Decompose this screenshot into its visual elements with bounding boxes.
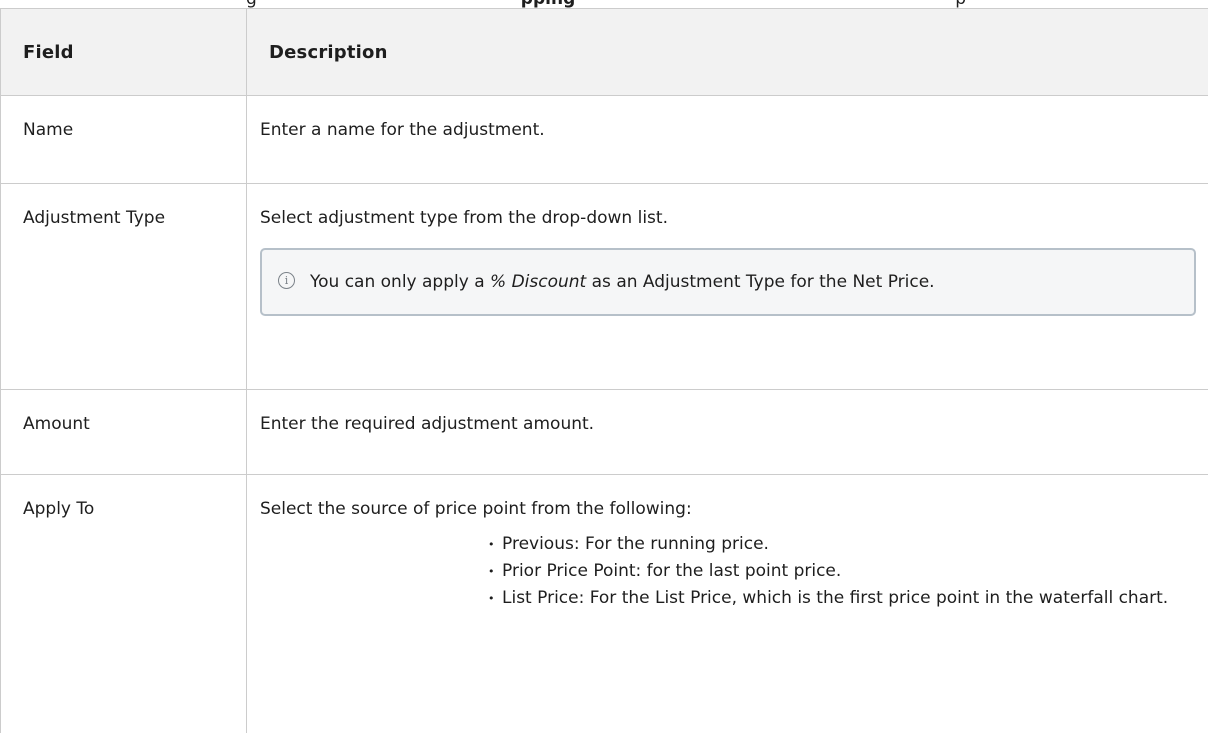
description-cell: Select adjustment type from the drop-dow… bbox=[246, 183, 1208, 390]
note-text: You can only apply a % Discount as an Ad… bbox=[310, 266, 935, 299]
description-cell: Select the source of price point from th… bbox=[246, 474, 1208, 733]
note-emphasis: % Discount bbox=[490, 272, 587, 292]
table-row-amount: Amount Enter the required adjustment amo… bbox=[0, 389, 1208, 475]
list-item: Prior Price Point: for the last point pr… bbox=[488, 558, 1208, 585]
info-note: i You can only apply a % Discount as an … bbox=[260, 248, 1196, 316]
description-text: Select the source of price point from th… bbox=[260, 499, 692, 519]
list-item: Previous: For the running price. bbox=[488, 531, 1208, 558]
column-header-field: Field bbox=[0, 8, 247, 96]
table-row-name: Name Enter a name for the adjustment. bbox=[0, 95, 1208, 184]
fields-table: Field Description Name Enter a name for … bbox=[0, 8, 1208, 733]
field-cell: Adjustment Type bbox=[0, 183, 247, 390]
table-row-adjustment-type: Adjustment Type Select adjustment type f… bbox=[0, 183, 1208, 390]
table-header-row: Field Description bbox=[0, 8, 1208, 96]
field-cell: Name bbox=[0, 95, 247, 184]
list-item: List Price: For the List Price, which is… bbox=[488, 585, 1208, 612]
column-header-description: Description bbox=[246, 8, 1208, 96]
table-row-apply-to: Apply To Select the source of price poin… bbox=[0, 474, 1208, 733]
info-icon: i bbox=[278, 272, 295, 289]
price-point-source-list: Previous: For the running price. Prior P… bbox=[488, 531, 1208, 612]
description-text: Select adjustment type from the drop-dow… bbox=[260, 208, 668, 228]
note-text-before: You can only apply a bbox=[310, 272, 491, 292]
description-cell: Enter a name for the adjustment. bbox=[246, 95, 1208, 184]
note-text-after: as an Adjustment Type for the Net Price. bbox=[586, 272, 935, 292]
field-cell: Amount bbox=[0, 389, 247, 475]
field-cell: Apply To bbox=[0, 474, 247, 733]
document-page: gppingp Field Description Name Enter a n… bbox=[0, 0, 1208, 733]
description-cell: Enter the required adjustment amount. bbox=[246, 389, 1208, 475]
